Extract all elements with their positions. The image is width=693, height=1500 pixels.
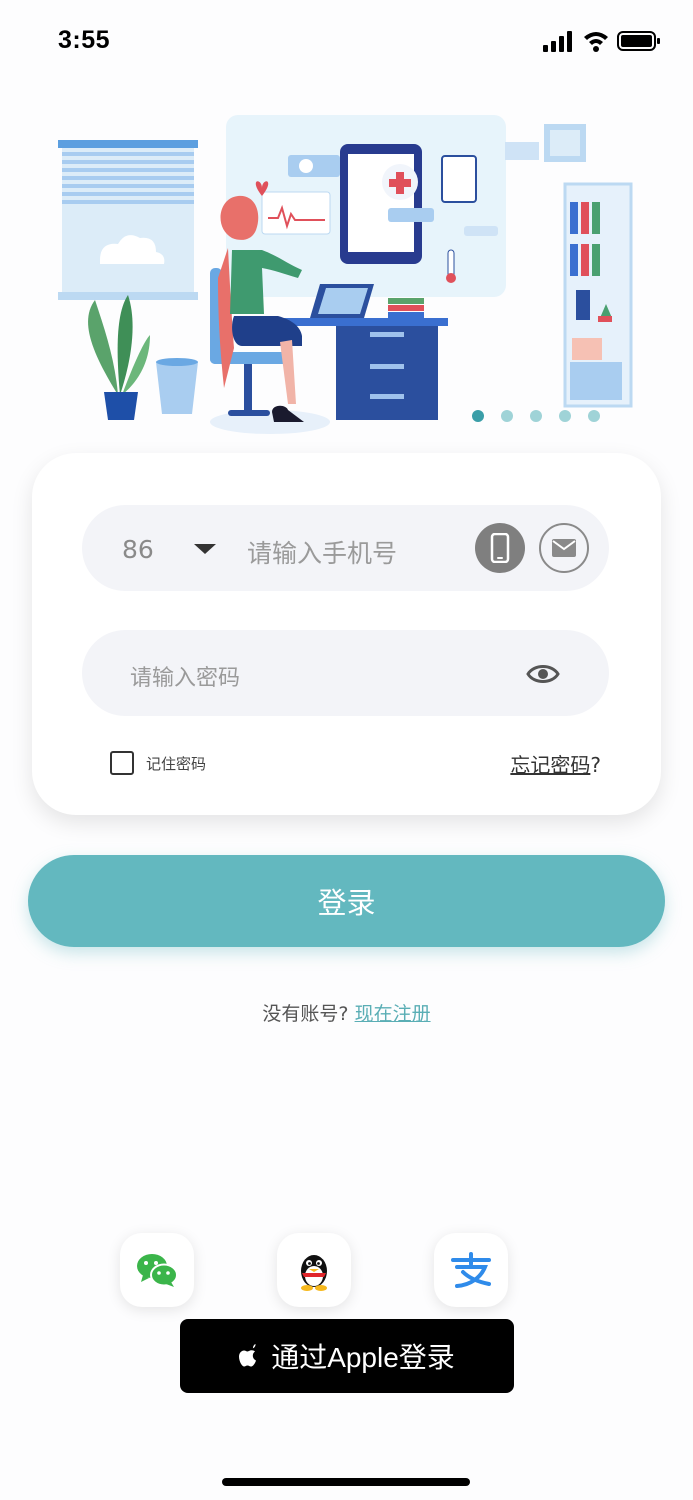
phone-field[interactable]: 86 请输入手机号 [82,505,609,591]
wechat-icon [137,1254,178,1287]
carousel-dot[interactable] [472,410,484,422]
email-mode-button[interactable] [539,523,589,573]
register-prompt: 没有账号? 现在注册 [262,1003,431,1025]
battery-icon [617,31,660,51]
window-illustration [58,140,198,300]
qq-login-button[interactable] [277,1233,351,1307]
remember-checkbox[interactable] [110,751,134,775]
password-input[interactable]: 请输入密码 [130,660,240,692]
signal-icon [543,31,572,52]
shelf-illustration [505,124,633,408]
alipay-icon [451,1252,491,1288]
carousel-dot[interactable] [559,410,571,422]
carousel-dot[interactable] [530,410,542,422]
chevron-down-icon[interactable] [194,544,216,554]
plant-illustration [88,295,150,420]
phone-mode-button[interactable] [475,523,525,573]
qq-icon [301,1255,327,1291]
country-code[interactable]: 86 [122,535,154,564]
apple-login-label: 通过Apple登录 [271,1342,455,1373]
home-indicator [222,1478,470,1486]
remember-label: 记住密码 [146,755,207,773]
forgot-password-link[interactable]: 忘记密码? [510,749,601,778]
password-field[interactable]: 请输入密码 [82,630,609,716]
apple-login-button[interactable]: 通过Apple登录 [180,1319,514,1393]
carousel-dot[interactable] [501,410,513,422]
wechat-login-button[interactable] [120,1233,194,1307]
alipay-login-button[interactable] [434,1233,508,1307]
status-icons [543,31,660,52]
wifi-icon [584,32,608,52]
login-card: 86 请输入手机号 请输入密码 记住密码 忘记密码? [32,453,661,815]
status-time: 3:55 [58,26,111,54]
apple-icon [239,1344,257,1367]
carousel-dots[interactable] [472,410,600,422]
desk-illustration [272,284,448,420]
register-link[interactable]: 现在注册 [355,1003,431,1025]
eye-icon[interactable] [526,662,560,686]
mail-icon [552,539,576,557]
carousel-dot[interactable] [588,410,600,422]
phone-icon [490,533,510,563]
tablet-illustration [340,144,422,264]
phone-input[interactable]: 请输入手机号 [247,534,397,570]
login-button[interactable]: 登录 [28,855,665,947]
hero-illustration [58,115,633,434]
